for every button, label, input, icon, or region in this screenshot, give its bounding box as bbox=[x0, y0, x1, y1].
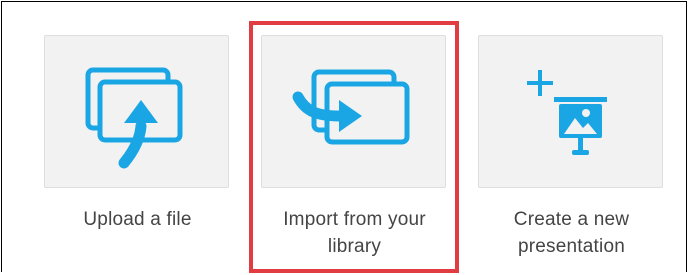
create-presentation-text: Create a new presentation bbox=[513, 209, 630, 257]
create-presentation-option[interactable]: Create a new presentation bbox=[478, 35, 665, 260]
import-library-tile[interactable] bbox=[261, 35, 446, 188]
import-library-option[interactable]: Import from your library bbox=[261, 35, 448, 260]
upload-file-label: Upload a file bbox=[44, 206, 231, 233]
import-library-label: Import from your library bbox=[261, 206, 448, 260]
upload-file-text: Upload a file bbox=[83, 209, 192, 230]
upload-file-icon bbox=[85, 67, 183, 169]
create-presentation-label: Create a new presentation bbox=[478, 206, 665, 260]
create-presentation-icon bbox=[527, 70, 607, 155]
upload-file-option[interactable]: Upload a file bbox=[44, 35, 231, 233]
import-library-text: Import from your library bbox=[283, 209, 426, 257]
import-library-icon bbox=[292, 69, 410, 145]
options-panel: Upload a file Import from your library C… bbox=[1, 1, 687, 273]
create-presentation-tile[interactable] bbox=[478, 35, 663, 188]
upload-file-tile[interactable] bbox=[44, 35, 229, 188]
